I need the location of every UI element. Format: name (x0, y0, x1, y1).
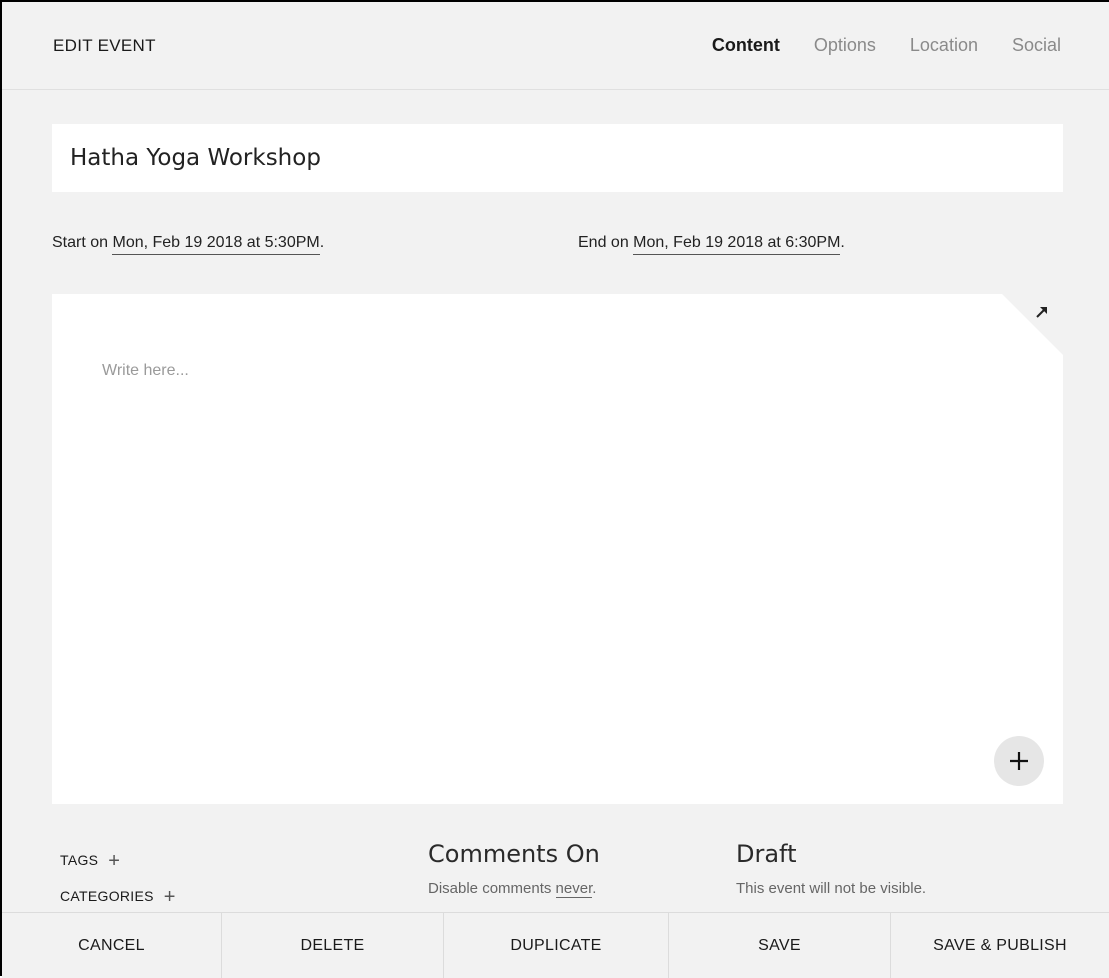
expand-arrow-icon[interactable] (1032, 302, 1052, 322)
end-date-prefix: End on (578, 234, 634, 251)
start-date-row: Start on Mon, Feb 19 2018 at 5:30PM. (52, 234, 325, 255)
add-tag-icon[interactable]: + (108, 850, 120, 872)
event-title-input[interactable] (52, 124, 1063, 192)
end-date-picker[interactable]: Mon, Feb 19 2018 at 6:30PM (633, 234, 841, 255)
tags-control[interactable]: TAGS + (60, 850, 120, 873)
tab-location[interactable]: Location (910, 35, 978, 56)
editor-placeholder: Write here... (102, 362, 189, 379)
end-date-row: End on Mon, Feb 19 2018 at 6:30PM. (578, 234, 845, 255)
comments-desc-period: . (592, 880, 597, 897)
duplicate-button[interactable]: DUPLICATE (444, 913, 669, 978)
dialog-title: EDIT EVENT (53, 36, 156, 55)
add-block-button[interactable] (994, 736, 1044, 786)
tab-bar: Content Options Location Social (678, 35, 1061, 56)
publish-status-title[interactable]: Draft (736, 840, 797, 868)
tab-social[interactable]: Social (1012, 35, 1061, 56)
add-category-icon[interactable]: + (164, 886, 176, 908)
start-date-period: . (319, 234, 325, 251)
content-editor[interactable]: Write here... (52, 294, 1063, 804)
dialog-header: EDIT EVENT Content Options Location Soci… (2, 2, 1109, 90)
delete-button[interactable]: DELETE (222, 913, 444, 978)
tags-label: TAGS (60, 852, 99, 868)
start-date-picker[interactable]: Mon, Feb 19 2018 at 5:30PM (112, 234, 320, 255)
categories-label: CATEGORIES (60, 888, 154, 904)
comments-desc-prefix: Disable comments (428, 880, 556, 897)
end-date-period: . (840, 234, 845, 251)
plus-icon (1010, 752, 1028, 770)
tab-content[interactable]: Content (712, 35, 780, 56)
tab-options[interactable]: Options (814, 35, 876, 56)
cancel-button[interactable]: CANCEL (2, 913, 222, 978)
edit-event-dialog: EDIT EVENT Content Options Location Soci… (0, 0, 1109, 978)
save-publish-button[interactable]: SAVE & PUBLISH (891, 913, 1109, 978)
comments-status-desc: Disable comments never. (428, 880, 597, 898)
disable-comments-link[interactable]: never (555, 880, 593, 898)
save-button[interactable]: SAVE (669, 913, 891, 978)
categories-control[interactable]: CATEGORIES + (60, 886, 176, 909)
comments-status-title[interactable]: Comments On (428, 840, 600, 868)
publish-status-desc: This event will not be visible. (736, 880, 927, 897)
start-date-prefix: Start on (52, 234, 113, 251)
dialog-footer: CANCEL DELETE DUPLICATE SAVE SAVE & PUBL… (2, 912, 1109, 978)
